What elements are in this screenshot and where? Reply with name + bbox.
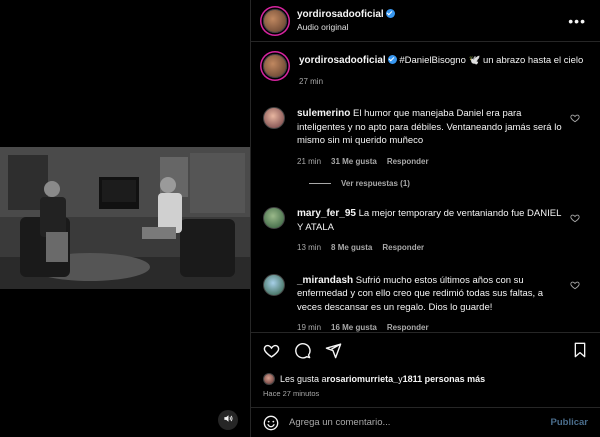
heart-icon[interactable] [570, 213, 580, 223]
caption-time: 27 min [299, 76, 324, 86]
reply-button[interactable]: Responder [382, 241, 424, 255]
share-icon[interactable] [325, 342, 342, 359]
comment-likes[interactable]: 16 Me gusta [331, 321, 377, 332]
comment-avatar[interactable] [263, 273, 285, 296]
divider-line [309, 183, 331, 184]
post-actions: Les gusta a rosariomurrieta_ y 1811 pers… [251, 332, 600, 398]
comment-username[interactable]: _mirandash [297, 275, 353, 286]
heart-icon[interactable] [570, 280, 580, 290]
heart-icon[interactable] [570, 113, 580, 123]
reply-button[interactable]: Responder [387, 321, 429, 332]
view-replies-button[interactable]: Ver respuestas (1) [309, 179, 588, 188]
comment-avatar[interactable] [263, 207, 285, 229]
author-avatar[interactable] [263, 8, 287, 33]
view-replies-label: Ver respuestas (1) [341, 179, 410, 188]
bookmark-icon[interactable] [572, 342, 588, 358]
author-info: yordirosadooficial Audio original [297, 8, 395, 34]
author-username[interactable]: yordirosadooficial [297, 9, 384, 20]
comment-meta: 13 min 8 Me gusta Responder [297, 241, 566, 255]
video-pane[interactable] [0, 0, 250, 437]
likes-prefix: Les gusta a [280, 374, 327, 384]
comment-item: sulemerino El humor que manejaba Daniel … [263, 107, 588, 168]
post-side-panel: yordirosadooficial Audio original ••• yo… [250, 0, 600, 437]
comment-meta: 21 min 31 Me gusta Responder [297, 155, 566, 169]
comments-list[interactable]: yordirosadooficial #DanielBisogno 🕊️ un … [251, 42, 600, 332]
add-comment-bar: Publicar [251, 407, 600, 437]
video-frame[interactable] [0, 147, 250, 289]
volume-icon [223, 413, 234, 427]
caption-body: yordirosadooficial #DanielBisogno 🕊️ un … [299, 54, 588, 88]
likes-count[interactable]: 1811 personas más [403, 374, 486, 384]
caption-text: #DanielBisogno 🕊️ un abrazo hasta el cie… [396, 55, 584, 66]
comment-username[interactable]: sulemerino [297, 108, 350, 119]
comment-likes[interactable]: 31 Me gusta [331, 155, 377, 169]
comment-time: 21 min [297, 156, 322, 166]
post-time: Hace 27 minutos [263, 389, 320, 398]
liker-username[interactable]: rosariomurrieta_ [327, 374, 399, 384]
caption-username[interactable]: yordirosadooficial [299, 55, 386, 66]
audio-link[interactable]: Audio original [297, 21, 395, 34]
comment-body: mary_fer_95 La mejor temporary de ventan… [297, 207, 588, 255]
action-icons-row [263, 341, 588, 359]
liker-avatar[interactable] [263, 373, 275, 385]
more-icon[interactable]: ••• [568, 13, 586, 29]
comment-time: 19 min [297, 323, 322, 332]
comment-icon[interactable] [294, 342, 311, 359]
comment-avatar[interactable] [263, 107, 285, 129]
likes-summary: Les gusta a rosariomurrieta_ y 1811 pers… [263, 373, 588, 385]
emoji-icon[interactable] [263, 415, 279, 431]
comment-time: 13 min [297, 243, 322, 252]
instagram-post-modal: yordirosadooficial Audio original ••• yo… [0, 0, 600, 437]
post-caption: yordirosadooficial #DanielBisogno 🕊️ un … [263, 54, 588, 88]
comment-username[interactable]: mary_fer_95 [297, 208, 356, 219]
caption-meta: 27 min [299, 75, 588, 89]
comment-input[interactable] [289, 417, 551, 428]
comment-meta: 19 min 16 Me gusta Responder [297, 321, 566, 332]
comment-body: _mirandash Sufrió mucho estos últimos añ… [297, 274, 588, 333]
comment-item: mary_fer_95 La mejor temporary de ventan… [263, 207, 588, 255]
volume-button[interactable] [218, 410, 238, 430]
caption-avatar[interactable] [263, 54, 287, 78]
verified-icon [385, 8, 395, 18]
comment-likes[interactable]: 8 Me gusta [331, 241, 372, 255]
publish-button[interactable]: Publicar [551, 417, 589, 428]
verified-icon [387, 55, 397, 64]
comment-item: _mirandash Sufrió mucho estos últimos añ… [263, 273, 588, 333]
video-still [0, 147, 250, 289]
reply-button[interactable]: Responder [387, 155, 429, 169]
post-header: yordirosadooficial Audio original ••• [251, 0, 600, 42]
comment-body: sulemerino El humor que manejaba Daniel … [297, 107, 588, 168]
heart-icon[interactable] [263, 342, 280, 359]
